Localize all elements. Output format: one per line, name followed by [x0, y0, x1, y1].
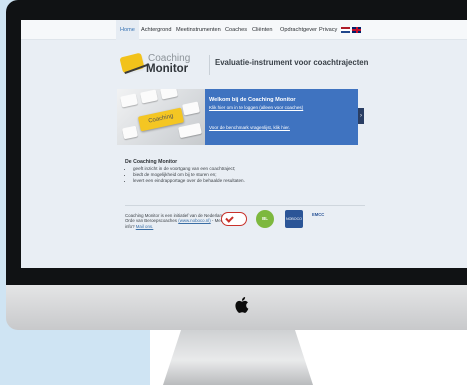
keyboard-key [140, 89, 158, 104]
nav-item-clienten[interactable]: Cliënten [252, 20, 273, 40]
noboco-site-link[interactable]: (www.noboco.nl) [178, 218, 210, 223]
keyboard-key [122, 125, 138, 140]
bl-circle-logo[interactable]: BL [256, 210, 274, 228]
brand-name-line2: Monitor [146, 63, 189, 75]
emcc-logo[interactable]: EMCC [312, 212, 338, 226]
nav-item-coaches[interactable]: Coaches [225, 20, 247, 40]
checkmark-seal-icon[interactable] [221, 212, 247, 226]
apple-logo-icon [235, 297, 249, 313]
mail-us-link[interactable]: Mail ons. [136, 224, 154, 229]
nav-item-achtergrond[interactable]: Achtergrond [141, 20, 171, 40]
nav-item-privacy[interactable]: Privacy [319, 20, 337, 40]
imac-stand [163, 330, 313, 385]
feature-list: geeft inzicht in de voortgang van een co… [133, 166, 245, 184]
keyboard-key [178, 122, 202, 139]
keyboard-key [120, 93, 138, 108]
keyboard-image: Coaching [117, 89, 205, 145]
nav-item-meetinstrumenten[interactable]: Meetinstrumenten [176, 20, 221, 40]
coach-login-link[interactable]: Klik hier om in te loggen (alleen voor c… [209, 105, 303, 110]
site-tagline: Evaluatie-instrument voor coachtrajecten [215, 58, 369, 67]
hero-banner: Coaching Welkom bij de Coaching Monitor … [117, 89, 364, 145]
footer-text: Coaching Monitor is een initiatief van d… [125, 213, 235, 229]
logo-divider [209, 55, 210, 75]
top-navigation: Home Achtergrond Meetinstrumenten Coache… [21, 20, 467, 40]
nav-item-opdrachtgever[interactable]: Opdrachtgever [280, 20, 317, 40]
keyboard-key [182, 101, 200, 116]
uk-flag-icon[interactable] [352, 27, 361, 33]
benchmark-link[interactable]: Voor de benchmark vragenlijst, klik hier… [209, 125, 290, 130]
footer-divider [125, 205, 365, 206]
website-screen: Home Achtergrond Meetinstrumenten Coache… [21, 20, 467, 268]
section-title: De Coaching Monitor [125, 159, 178, 165]
dutch-flag-icon[interactable] [341, 27, 350, 33]
keyboard-key [160, 89, 178, 100]
next-slide-arrow-icon[interactable]: › [358, 108, 364, 124]
coaching-key: Coaching [137, 107, 185, 132]
welcome-title: Welkom bij de Coaching Monitor [209, 97, 296, 103]
list-item: levert een eindrapportage over de behaal… [133, 178, 245, 184]
nav-item-home[interactable]: Home [116, 20, 139, 40]
welcome-panel: Welkom bij de Coaching Monitor Klik hier… [205, 89, 358, 145]
noboco-shield-logo[interactable]: NOBOCO [285, 210, 303, 228]
